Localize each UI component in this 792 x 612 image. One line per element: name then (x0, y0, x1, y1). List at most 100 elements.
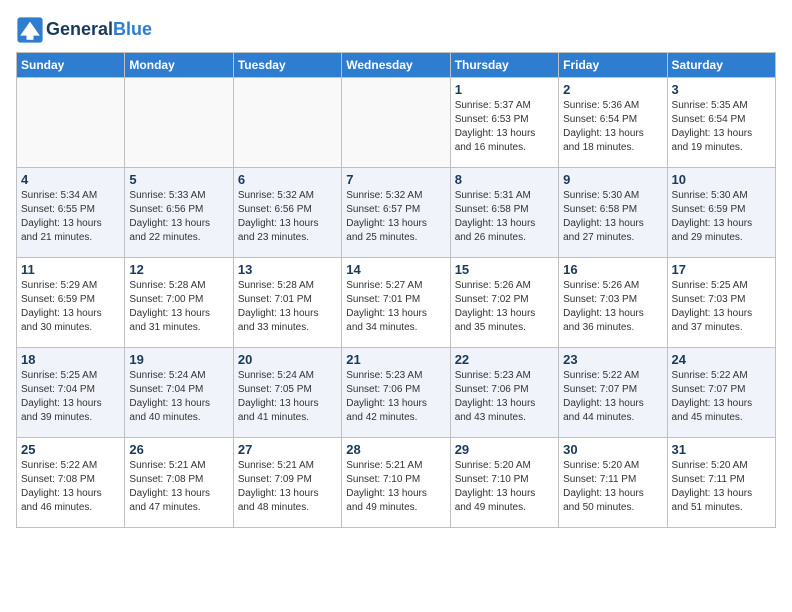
day-number: 31 (672, 442, 771, 457)
day-number: 26 (129, 442, 228, 457)
calendar-cell: 21Sunrise: 5:23 AM Sunset: 7:06 PM Dayli… (342, 348, 450, 438)
day-info: Sunrise: 5:29 AM Sunset: 6:59 PM Dayligh… (21, 279, 120, 335)
calendar-cell: 30 Sunrise: 5:20 AM Sunset: 7:11 PM Dayli… (559, 438, 667, 528)
day-info: Sunrise: 5:20 AM Sunset: 7:11 PM Dayligh… (672, 459, 771, 515)
logo-text: GeneralBlue (46, 20, 152, 40)
calendar-cell: 18 Sunrise: 5:25 AM Sunset: 7:04 PM Dayli… (17, 348, 125, 438)
calendar-cell: 28 Sunrise: 5:21 AM Sunset: 7:10 PM Dayli… (342, 438, 450, 528)
day-number: 9 (563, 172, 662, 187)
day-info: Sunrise: 5:37 AM Sunset: 6:53 PM Dayligh… (455, 99, 554, 155)
calendar-cell: 24 Sunrise: 5:22 AM Sunset: 7:07 PM Dayli… (667, 348, 775, 438)
day-number: 17 (672, 262, 771, 277)
calendar-cell: 6 Sunrise: 5:32 AM Sunset: 6:56 PM Daylig… (233, 168, 341, 258)
calendar-cell: 3 Sunrise: 5:35 AM Sunset: 6:54 PM Daylig… (667, 78, 775, 168)
weekday-header-thursday: Thursday (450, 53, 558, 78)
calendar-cell: 29 Sunrise: 5:20 AM Sunset: 7:10 PM Dayli… (450, 438, 558, 528)
calendar-cell: 23 Sunrise: 5:22 AM Sunset: 7:07 PM Dayli… (559, 348, 667, 438)
calendar-cell: 16Sunrise: 5:26 AM Sunset: 7:03 PM Dayli… (559, 258, 667, 348)
calendar-cell (342, 78, 450, 168)
day-info: Sunrise: 5:21 AM Sunset: 7:10 PM Dayligh… (346, 459, 445, 515)
day-number: 21 (346, 352, 445, 367)
day-number: 20 (238, 352, 337, 367)
calendar-cell: 20Sunrise: 5:24 AM Sunset: 7:05 PM Dayli… (233, 348, 341, 438)
day-info: Sunrise: 5:20 AM Sunset: 7:10 PM Dayligh… (455, 459, 554, 515)
day-number: 7 (346, 172, 445, 187)
weekday-header-sunday: Sunday (17, 53, 125, 78)
day-info: Sunrise: 5:22 AM Sunset: 7:07 PM Dayligh… (563, 369, 662, 425)
day-number: 25 (21, 442, 120, 457)
calendar-cell (17, 78, 125, 168)
day-info: Sunrise: 5:21 AM Sunset: 7:09 PM Dayligh… (238, 459, 337, 515)
calendar-cell: 8 Sunrise: 5:31 AM Sunset: 6:58 PM Daylig… (450, 168, 558, 258)
day-info: Sunrise: 5:35 AM Sunset: 6:54 PM Dayligh… (672, 99, 771, 155)
day-info: Sunrise: 5:22 AM Sunset: 7:08 PM Dayligh… (21, 459, 120, 515)
day-info: Sunrise: 5:36 AM Sunset: 6:54 PM Dayligh… (563, 99, 662, 155)
calendar-cell: 31 Sunrise: 5:20 AM Sunset: 7:11 PM Dayli… (667, 438, 775, 528)
calendar-cell: 26 Sunrise: 5:21 AM Sunset: 7:08 PM Dayli… (125, 438, 233, 528)
calendar-cell: 10 Sunrise: 5:30 AM Sunset: 6:59 PM Dayli… (667, 168, 775, 258)
day-number: 2 (563, 82, 662, 97)
calendar-cell: 15 Sunrise: 5:26 AM Sunset: 7:02 PM Dayli… (450, 258, 558, 348)
page-header: GeneralBlue (16, 16, 776, 44)
day-info: Sunrise: 5:26 AM Sunset: 7:03 PM Dayligh… (563, 279, 662, 335)
day-info: Sunrise: 5:31 AM Sunset: 6:58 PM Dayligh… (455, 189, 554, 245)
day-number: 30 (563, 442, 662, 457)
day-number: 13 (238, 262, 337, 277)
day-number: 24 (672, 352, 771, 367)
day-number: 4 (21, 172, 120, 187)
day-info: Sunrise: 5:33 AM Sunset: 6:56 PM Dayligh… (129, 189, 228, 245)
day-info: Sunrise: 5:28 AM Sunset: 7:01 PM Dayligh… (238, 279, 337, 335)
day-number: 3 (672, 82, 771, 97)
day-number: 19 (129, 352, 228, 367)
day-info: Sunrise: 5:28 AM Sunset: 7:00 PM Dayligh… (129, 279, 228, 335)
calendar-cell: 19 Sunrise: 5:24 AM Sunset: 7:04 PM Dayli… (125, 348, 233, 438)
calendar-cell: 7 Sunrise: 5:32 AM Sunset: 6:57 PM Daylig… (342, 168, 450, 258)
calendar-cell: 2 Sunrise: 5:36 AM Sunset: 6:54 PM Daylig… (559, 78, 667, 168)
calendar-cell: 9Sunrise: 5:30 AM Sunset: 6:58 PM Daylig… (559, 168, 667, 258)
day-info: Sunrise: 5:23 AM Sunset: 7:06 PM Dayligh… (455, 369, 554, 425)
calendar-cell: 22 Sunrise: 5:23 AM Sunset: 7:06 PM Dayli… (450, 348, 558, 438)
calendar-cell: 5Sunrise: 5:33 AM Sunset: 6:56 PM Daylig… (125, 168, 233, 258)
day-info: Sunrise: 5:20 AM Sunset: 7:11 PM Dayligh… (563, 459, 662, 515)
calendar-cell: 12 Sunrise: 5:28 AM Sunset: 7:00 PM Dayli… (125, 258, 233, 348)
calendar-cell: 11 Sunrise: 5:29 AM Sunset: 6:59 PM Dayli… (17, 258, 125, 348)
calendar-table: SundayMondayTuesdayWednesdayThursdayFrid… (16, 52, 776, 528)
weekday-header-saturday: Saturday (667, 53, 775, 78)
calendar-cell: 14Sunrise: 5:27 AM Sunset: 7:01 PM Dayli… (342, 258, 450, 348)
calendar-cell: 17Sunrise: 5:25 AM Sunset: 7:03 PM Dayli… (667, 258, 775, 348)
day-number: 28 (346, 442, 445, 457)
logo-icon (16, 16, 44, 44)
day-info: Sunrise: 5:34 AM Sunset: 6:55 PM Dayligh… (21, 189, 120, 245)
weekday-header-wednesday: Wednesday (342, 53, 450, 78)
day-number: 12 (129, 262, 228, 277)
day-number: 23 (563, 352, 662, 367)
calendar-cell: 25 Sunrise: 5:22 AM Sunset: 7:08 PM Dayli… (17, 438, 125, 528)
day-number: 8 (455, 172, 554, 187)
day-number: 11 (21, 262, 120, 277)
day-number: 6 (238, 172, 337, 187)
weekday-header-monday: Monday (125, 53, 233, 78)
weekday-header-friday: Friday (559, 53, 667, 78)
calendar-cell (233, 78, 341, 168)
day-number: 14 (346, 262, 445, 277)
day-number: 15 (455, 262, 554, 277)
weekday-header-tuesday: Tuesday (233, 53, 341, 78)
day-info: Sunrise: 5:25 AM Sunset: 7:04 PM Dayligh… (21, 369, 120, 425)
day-number: 10 (672, 172, 771, 187)
day-number: 18 (21, 352, 120, 367)
day-info: Sunrise: 5:32 AM Sunset: 6:56 PM Dayligh… (238, 189, 337, 245)
day-number: 27 (238, 442, 337, 457)
day-number: 29 (455, 442, 554, 457)
day-info: Sunrise: 5:30 AM Sunset: 6:59 PM Dayligh… (672, 189, 771, 245)
calendar-cell: 27 Sunrise: 5:21 AM Sunset: 7:09 PM Dayli… (233, 438, 341, 528)
calendar-cell: 13 Sunrise: 5:28 AM Sunset: 7:01 PM Dayli… (233, 258, 341, 348)
day-info: Sunrise: 5:24 AM Sunset: 7:04 PM Dayligh… (129, 369, 228, 425)
day-info: Sunrise: 5:26 AM Sunset: 7:02 PM Dayligh… (455, 279, 554, 335)
calendar-cell (125, 78, 233, 168)
day-info: Sunrise: 5:32 AM Sunset: 6:57 PM Dayligh… (346, 189, 445, 245)
calendar-cell: 4 Sunrise: 5:34 AM Sunset: 6:55 PM Daylig… (17, 168, 125, 258)
calendar-cell: 1Sunrise: 5:37 AM Sunset: 6:53 PM Daylig… (450, 78, 558, 168)
day-info: Sunrise: 5:22 AM Sunset: 7:07 PM Dayligh… (672, 369, 771, 425)
day-number: 22 (455, 352, 554, 367)
day-info: Sunrise: 5:21 AM Sunset: 7:08 PM Dayligh… (129, 459, 228, 515)
